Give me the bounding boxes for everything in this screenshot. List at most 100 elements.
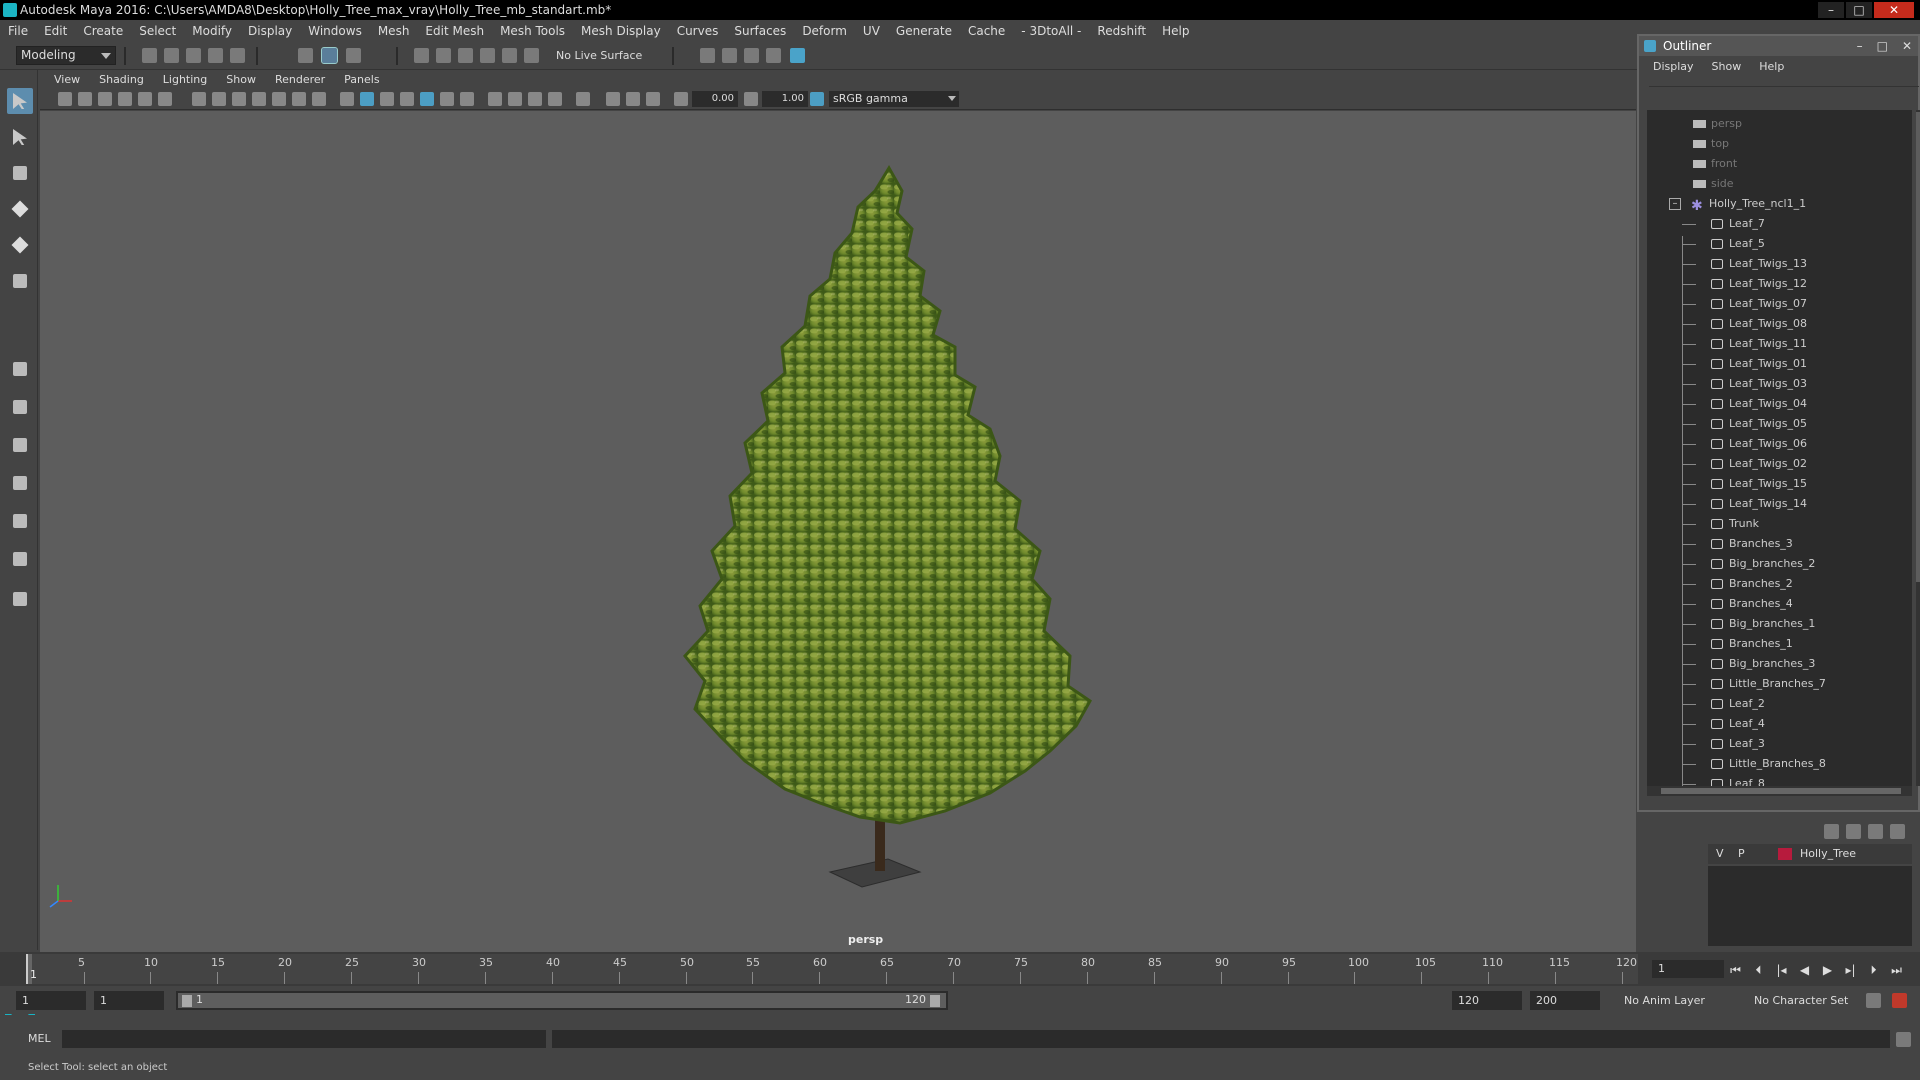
script-language-label[interactable]: MEL: [28, 1032, 51, 1045]
menu-curves[interactable]: Curves: [677, 24, 719, 38]
menu-mesh[interactable]: Mesh: [378, 24, 410, 38]
close-button[interactable]: ✕: [1874, 2, 1914, 18]
outliner-item-row[interactable]: Leaf_Twigs_06: [1647, 434, 1912, 454]
menu-mesh-tools[interactable]: Mesh Tools: [500, 24, 565, 38]
xray-icon[interactable]: [460, 92, 474, 106]
gamma-icon[interactable]: [744, 92, 758, 106]
exposure-field[interactable]: 0.00: [692, 91, 738, 107]
xray-joints-icon[interactable]: [606, 92, 620, 106]
film-gate-icon[interactable]: [212, 92, 226, 106]
layer-color-swatch[interactable]: [1778, 848, 1792, 860]
outliner-item-row[interactable]: Trunk: [1647, 514, 1912, 534]
panel-menu-show[interactable]: Show: [226, 73, 256, 86]
menu-windows[interactable]: Windows: [308, 24, 362, 38]
step-back-key-button[interactable]: ⏴: [1750, 963, 1767, 978]
command-input-field[interactable]: [62, 1030, 546, 1048]
outliner-group-row[interactable]: – ✱ Holly_Tree_ncl1_1: [1647, 194, 1912, 214]
menu-3dtoall[interactable]: - 3DtoAll -: [1021, 24, 1081, 38]
view-transform-dropdown[interactable]: sRGB gamma: [829, 91, 959, 107]
perspective-viewport[interactable]: persp: [40, 111, 1636, 952]
hypershade-icon[interactable]: [790, 48, 805, 63]
layout-outliner-persp[interactable]: [7, 470, 33, 496]
outliner-item-row[interactable]: Leaf_Twigs_02: [1647, 454, 1912, 474]
go-to-end-button[interactable]: ⏭: [1888, 963, 1905, 978]
custom-layout-button[interactable]: [7, 586, 33, 612]
step-forward-frame-button[interactable]: ▸|: [1842, 963, 1859, 978]
panel-menu-view[interactable]: View: [54, 73, 80, 86]
select-object-icon[interactable]: [321, 47, 338, 64]
menu-deform[interactable]: Deform: [802, 24, 847, 38]
play-forwards-button[interactable]: ▶: [1819, 963, 1836, 978]
lasso-tool[interactable]: [7, 124, 33, 150]
menu-set-dropdown[interactable]: Modeling: [16, 46, 116, 65]
gate-mask-icon[interactable]: [252, 92, 266, 106]
safe-title-icon[interactable]: [312, 92, 326, 106]
redo-icon[interactable]: [230, 48, 245, 63]
color-management-icon[interactable]: [810, 92, 824, 106]
layer-visibility-toggle[interactable]: V: [1716, 844, 1724, 864]
outliner-camera-row[interactable]: persp: [1647, 114, 1912, 134]
anti-aliasing-icon[interactable]: [528, 92, 542, 106]
isolate-select-icon[interactable]: [576, 92, 590, 106]
outliner-item-row[interactable]: Little_Branches_8: [1647, 754, 1912, 774]
menu-file[interactable]: File: [8, 24, 28, 38]
outliner-camera-row[interactable]: front: [1647, 154, 1912, 174]
scale-tool[interactable]: [7, 268, 33, 294]
outliner-filter-field[interactable]: [1649, 86, 1919, 106]
wireframe-icon[interactable]: [340, 92, 354, 106]
auto-key-icon[interactable]: [1866, 993, 1881, 1008]
outliner-item-row[interactable]: Leaf_Twigs_07: [1647, 294, 1912, 314]
outliner-item-row[interactable]: Leaf_4: [1647, 714, 1912, 734]
save-scene-icon[interactable]: [186, 48, 201, 63]
outliner-item-row[interactable]: Leaf_7: [1647, 214, 1912, 234]
maximize-button[interactable]: □: [1846, 2, 1872, 18]
outliner-item-row[interactable]: Big_branches_1: [1647, 614, 1912, 634]
playback-end-field[interactable]: 120: [1452, 991, 1522, 1010]
outliner-vertical-scrollbar[interactable]: [1916, 110, 1920, 786]
outliner-item-row[interactable]: Leaf_Twigs_12: [1647, 274, 1912, 294]
menu-generate[interactable]: Generate: [896, 24, 952, 38]
anim-layer-dropdown[interactable]: No Anim Layer: [1620, 991, 1738, 1010]
exposure-icon[interactable]: [674, 92, 688, 106]
paint-select-tool[interactable]: [7, 160, 33, 186]
menu-redshift[interactable]: Redshift: [1097, 24, 1146, 38]
select-tool[interactable]: [7, 88, 33, 114]
range-start-handle[interactable]: [182, 995, 192, 1007]
outliner-item-row[interactable]: Leaf_Twigs_13: [1647, 254, 1912, 274]
new-scene-icon[interactable]: [142, 48, 157, 63]
safe-action-icon[interactable]: [292, 92, 306, 106]
menu-mesh-display[interactable]: Mesh Display: [581, 24, 661, 38]
time-ruler[interactable]: 1 5 10 15 20 25 30 35 40 45 50 55 60 65 70 75 80 85 90 95 1…: [26, 954, 1638, 984]
outliner-item-row[interactable]: Leaf_Twigs_04: [1647, 394, 1912, 414]
camera-attributes-icon[interactable]: [78, 92, 92, 106]
depth-of-field-icon[interactable]: [548, 92, 562, 106]
render-frame-icon[interactable]: [722, 48, 737, 63]
open-scene-icon[interactable]: [164, 48, 179, 63]
playback-start-field[interactable]: 1: [94, 991, 164, 1010]
menu-edit[interactable]: Edit: [44, 24, 67, 38]
panel-menu-shading[interactable]: Shading: [99, 73, 144, 86]
shadows-icon[interactable]: [440, 92, 454, 106]
select-camera-icon[interactable]: [58, 92, 72, 106]
layout-graph-persp[interactable]: [7, 508, 33, 534]
live-surface-label[interactable]: No Live Surface: [556, 46, 656, 65]
script-editor-icon[interactable]: [1896, 1032, 1911, 1047]
outliner-item-row[interactable]: Leaf_Twigs_05: [1647, 414, 1912, 434]
outliner-item-row[interactable]: Leaf_Twigs_08: [1647, 314, 1912, 334]
snap-point-icon[interactable]: [458, 48, 473, 63]
animation-preferences-icon[interactable]: [1892, 993, 1907, 1008]
outliner-camera-row[interactable]: top: [1647, 134, 1912, 154]
panel-menu-renderer[interactable]: Renderer: [275, 73, 325, 86]
move-layer-down-icon[interactable]: [1846, 824, 1861, 839]
character-set-dropdown[interactable]: No Character Set: [1750, 991, 1864, 1010]
menu-cache[interactable]: Cache: [968, 24, 1005, 38]
outliner-item-row[interactable]: Leaf_Twigs_14: [1647, 494, 1912, 514]
grease-pencil-icon[interactable]: [158, 92, 172, 106]
outliner-menu-show[interactable]: Show: [1712, 60, 1742, 73]
render-settings-icon[interactable]: [700, 48, 715, 63]
menu-surfaces[interactable]: Surfaces: [734, 24, 786, 38]
outliner-item-row[interactable]: Leaf_5: [1647, 234, 1912, 254]
move-tool[interactable]: [7, 196, 33, 222]
backface-culling-icon[interactable]: [646, 92, 660, 106]
move-layer-up-icon[interactable]: [1824, 824, 1839, 839]
